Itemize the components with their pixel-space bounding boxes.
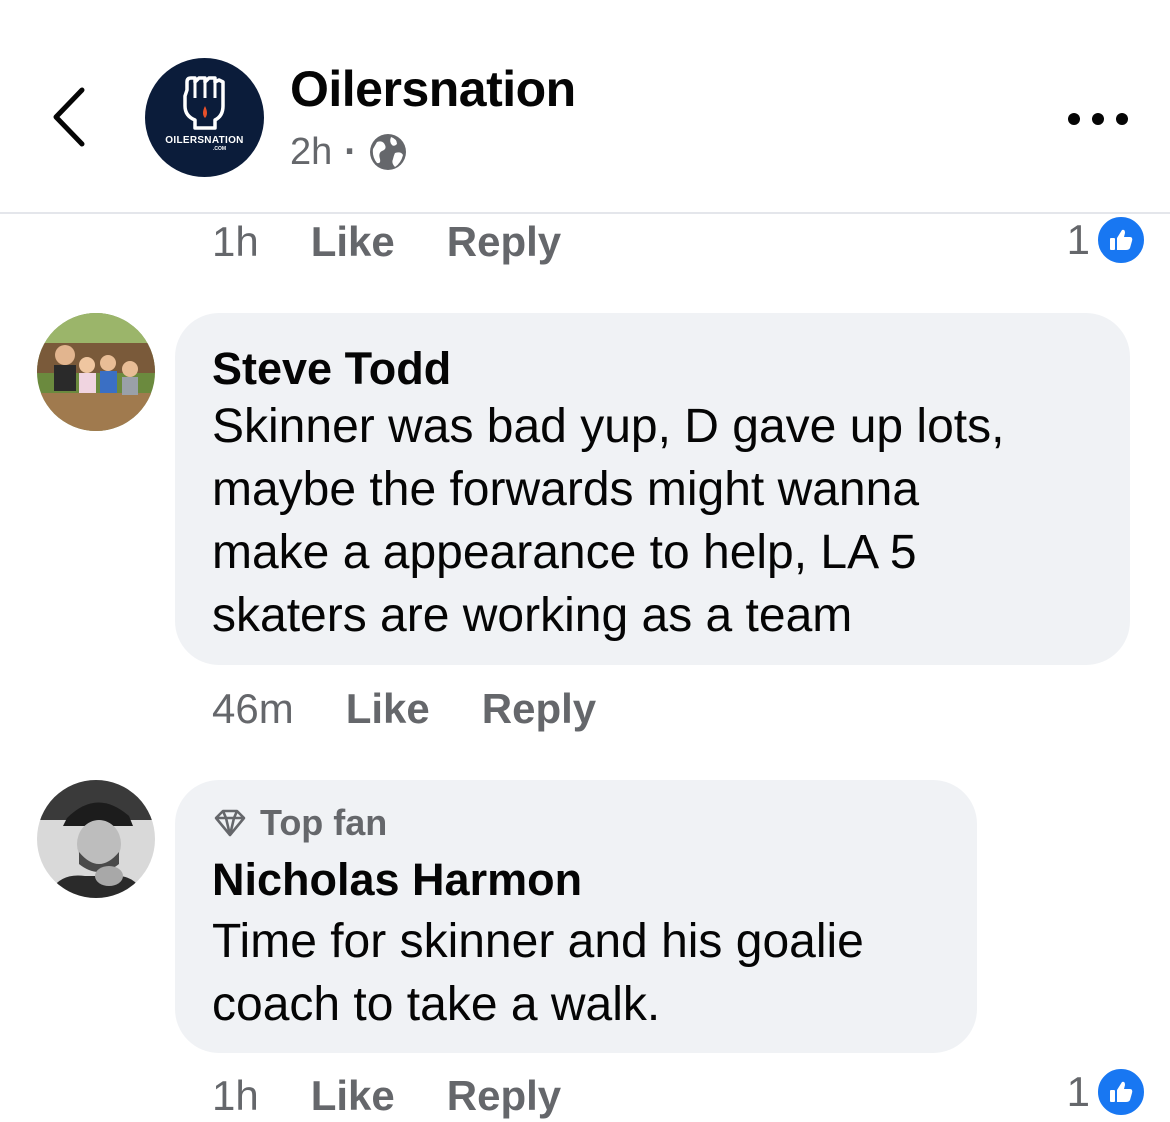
thumbs-up-icon [1096,1067,1146,1117]
comment-time[interactable]: 1h [212,218,259,266]
top-fan-label: Top fan [260,802,388,843]
globe-icon [369,134,406,170]
back-button[interactable] [44,82,100,152]
reaction-count-number: 1 [1066,216,1090,263]
comment-line: Time for skinner and his goalie [212,915,864,968]
avatar[interactable] [37,780,155,898]
comment-line: coach to take a walk. [212,978,661,1031]
meta-separator: · [344,130,357,173]
comment-time[interactable]: 46m [212,685,294,733]
more-options-button[interactable] [1068,108,1128,130]
comment-text: Skinner was bad yup, D gave up lots, may… [212,395,1004,647]
reply-button[interactable]: Reply [447,1072,561,1120]
more-dots-icon [1068,113,1080,125]
like-button[interactable]: Like [311,1072,395,1120]
comment-actions: 46m Like Reply [212,683,596,735]
like-button[interactable]: Like [311,218,395,266]
avatar[interactable] [37,313,155,431]
page-name[interactable]: Oilersnation [290,60,576,118]
family-photo-avatar [37,313,155,431]
comment-time[interactable]: 1h [212,1072,259,1120]
reaction-count[interactable]: 1 [1067,214,1146,266]
comment-actions: 1h Like Reply [212,216,561,268]
thumbs-up-icon [1096,215,1146,265]
reaction-count-number: 1 [1066,1068,1090,1115]
comment-author[interactable]: Steve Todd [212,343,451,395]
comment-line: maybe the forwards might wanna [212,463,920,516]
comment-bubble[interactable]: Steve Todd Skinner was bad yup, D gave u… [175,313,1130,665]
diamond-icon [214,809,246,837]
comment-line: Skinner was bad yup, D gave up lots, [212,400,1005,453]
logo-subtext: .COM [213,146,227,152]
post-time[interactable]: 2h [290,131,332,174]
comment-author[interactable]: Nicholas Harmon [212,854,582,906]
top-fan-badge: Top fan [212,802,387,844]
comment-bubble[interactable]: Top fan Nicholas Harmon Time for skinner… [175,780,977,1053]
comment-line: skaters are working as a team [212,589,853,642]
logo-text: OILERSNATION [165,135,244,146]
reaction-count[interactable]: 1 [1067,1066,1146,1118]
comment-text: Time for skinner and his goalie coach to… [212,910,864,1036]
comment-line: make a appearance to help, LA 5 [212,526,917,579]
like-button[interactable]: Like [346,685,430,733]
chevron-left-icon [53,87,85,147]
reply-button[interactable]: Reply [447,218,561,266]
man-photo-avatar [37,780,155,898]
comment-actions: 1h Like Reply [212,1070,561,1122]
post-meta: 2h · [290,127,409,177]
post-header: OILERSNATION .COM Oilersnation 2h · [0,0,1170,214]
more-dot [1092,113,1104,125]
page-avatar[interactable]: OILERSNATION .COM [145,58,264,177]
reply-button[interactable]: Reply [482,685,596,733]
more-dot [1116,113,1128,125]
fist-logo-icon [183,76,225,130]
